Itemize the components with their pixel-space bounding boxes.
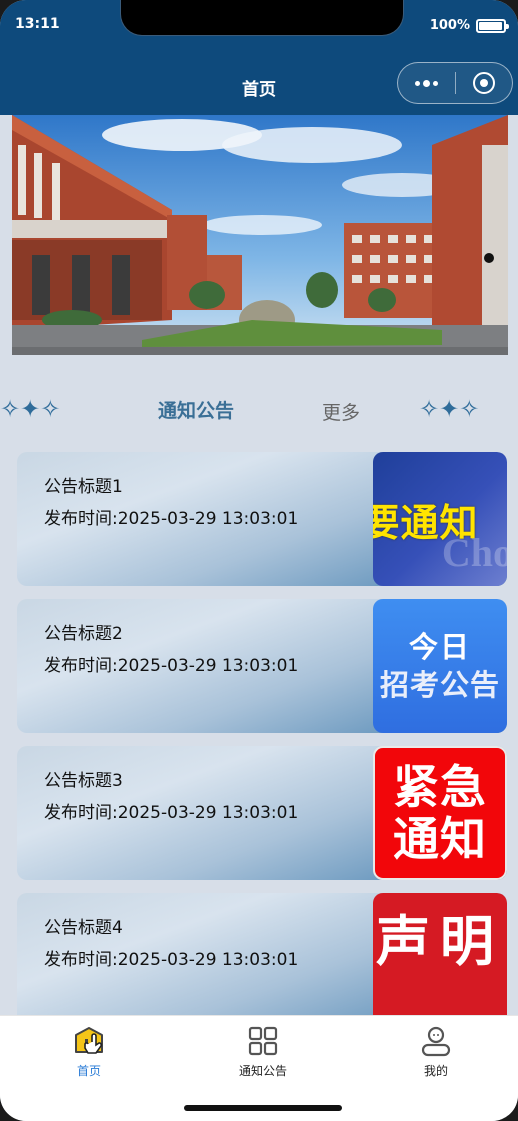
notice-time: 发布时间:2025-03-29 13:03:01 xyxy=(44,950,299,970)
grid-icon xyxy=(248,1026,278,1056)
home-icon xyxy=(75,1027,103,1054)
battery-icon xyxy=(476,18,509,33)
more-dots-icon[interactable] xyxy=(398,63,455,103)
mini-program-capsule xyxy=(397,62,513,104)
thumb-text: 声明 xyxy=(376,909,504,973)
tab-home[interactable]: 首页 xyxy=(29,1024,149,1079)
notice-title: 公告标题2 xyxy=(44,624,123,644)
thumb-text-line2: 招考公告 xyxy=(379,668,500,702)
camera-notch xyxy=(120,0,404,36)
status-time: 13:11 xyxy=(15,16,60,32)
tab-label: 我的 xyxy=(423,1064,448,1078)
thumb-decoration: Cho xyxy=(441,530,507,575)
notice-card[interactable]: 公告标题4 发布时间:2025-03-29 13:03:01 声明 xyxy=(17,893,507,1015)
user-icon xyxy=(421,1026,451,1057)
top-bar: 13:11 100% 首页 xyxy=(0,0,518,115)
section-title: 通知公告 xyxy=(158,400,235,422)
notice-thumbnail: 要通知 Cho xyxy=(373,452,507,586)
home-indicator xyxy=(184,1105,342,1111)
sparkle-decoration-left-icon: ✧✦✧ xyxy=(0,395,61,423)
notice-card[interactable]: 公告标题2 发布时间:2025-03-29 13:03:01 今日 招考公告 xyxy=(17,599,507,733)
more-link[interactable]: 更多 xyxy=(322,398,360,425)
notice-section-header: ✧✦✧ 通知公告 更多 ✧✦✧ xyxy=(0,390,518,430)
notice-time: 发布时间:2025-03-29 13:03:01 xyxy=(44,656,299,676)
tab-label: 首页 xyxy=(76,1064,101,1078)
phone-screen: 13:11 100% 首页 ✧✦✧ 通知公告 更多 ✧✦✧ 公告标题1 发布时间… xyxy=(0,0,518,1121)
notice-thumbnail: 声明 xyxy=(373,893,507,1015)
notice-card[interactable]: 公告标题1 发布时间:2025-03-29 13:03:01 要通知 Cho xyxy=(17,452,507,586)
target-circle-icon xyxy=(473,72,495,94)
campus-photo xyxy=(12,115,508,355)
tab-label: 通知公告 xyxy=(238,1064,287,1078)
notice-thumbnail: 紧急 通知 xyxy=(373,746,507,880)
thumb-text-line2: 通知 xyxy=(393,812,487,866)
sparkle-decoration-right-icon: ✧✦✧ xyxy=(419,395,480,423)
notice-card[interactable]: 公告标题3 发布时间:2025-03-29 13:03:01 紧急 通知 xyxy=(17,746,507,880)
notice-list: 公告标题1 发布时间:2025-03-29 13:03:01 要通知 Cho 公… xyxy=(0,450,518,1015)
notice-time: 发布时间:2025-03-29 13:03:01 xyxy=(44,803,299,823)
carousel-indicator-dot[interactable] xyxy=(484,253,494,263)
notice-time: 发布时间:2025-03-29 13:03:01 xyxy=(44,509,299,529)
battery-status: 100% xyxy=(429,18,509,33)
tab-notices[interactable]: 通知公告 xyxy=(203,1024,323,1079)
battery-percent: 100% xyxy=(429,18,470,33)
thumb-text-line1: 今日 xyxy=(408,630,471,664)
notice-title: 公告标题1 xyxy=(44,477,123,497)
tab-mine[interactable]: 我的 xyxy=(376,1024,496,1079)
notice-thumbnail: 今日 招考公告 xyxy=(373,599,507,733)
banner-carousel[interactable] xyxy=(12,115,508,355)
notice-title: 公告标题4 xyxy=(44,918,123,938)
notice-title: 公告标题3 xyxy=(44,771,123,791)
thumb-text-line1: 紧急 xyxy=(393,760,487,814)
close-button[interactable] xyxy=(456,72,512,94)
